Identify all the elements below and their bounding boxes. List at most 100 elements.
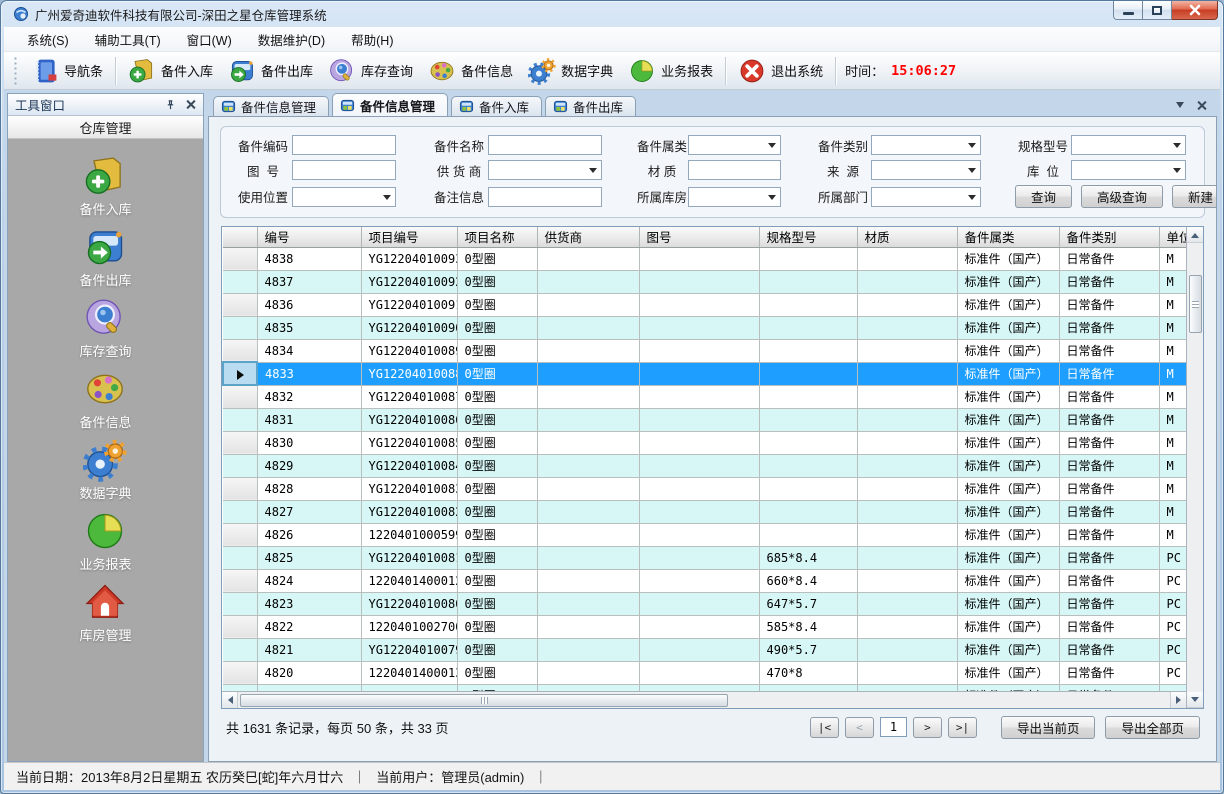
menu-data-maintenance[interactable]: 数据维护(D): [247, 27, 336, 52]
column-header[interactable]: 规格型号: [759, 227, 857, 247]
toolbar-stock-query-button[interactable]: 库存查询: [325, 55, 416, 87]
row-selector[interactable]: [223, 270, 257, 293]
table-row[interactable]: 482212204010027000型圈585*8.4标准件（国产）日常备件PC: [223, 615, 1186, 638]
table-row[interactable]: 4838YG122040100930型圈标准件（国产）日常备件M: [223, 247, 1186, 270]
advanced-query-button[interactable]: 高级查询: [1081, 185, 1163, 208]
tool-window-close-icon[interactable]: [185, 99, 196, 110]
column-header[interactable]: 图号: [639, 227, 759, 247]
close-button[interactable]: [1172, 1, 1218, 20]
vertical-scroll-thumb[interactable]: [1189, 275, 1202, 333]
part-name-input[interactable]: [488, 135, 602, 155]
table-row[interactable]: 4823YG122040100800型圈647*5.7标准件（国产）日常备件PC: [223, 592, 1186, 615]
create-button[interactable]: 新建: [1172, 185, 1217, 208]
table-row[interactable]: 4825YG122040100810型圈685*8.4标准件（国产）日常备件PC: [223, 546, 1186, 569]
column-header[interactable]: 备件属类: [957, 227, 1059, 247]
row-selector[interactable]: [223, 500, 257, 523]
sidebar-item-business-report[interactable]: 业务报表: [79, 509, 131, 573]
menu-help[interactable]: 帮助(H): [340, 27, 404, 52]
toolbar-navbar-button[interactable]: 导航条: [28, 55, 106, 87]
menu-window[interactable]: 窗口(W): [176, 27, 243, 52]
remark-input[interactable]: [488, 187, 602, 207]
menu-aux-tools[interactable]: 辅助工具(T): [84, 27, 172, 52]
figure-no-input[interactable]: [292, 160, 396, 180]
prev-page-button[interactable]: <: [845, 717, 874, 738]
toolbar-parts-outbound-button[interactable]: 备件出库: [225, 55, 316, 87]
supplier-select[interactable]: [488, 160, 602, 180]
row-selector[interactable]: [223, 684, 257, 691]
row-selector[interactable]: [223, 523, 257, 546]
table-row[interactable]: 4837YG122040100920型圈标准件（国产）日常备件M: [223, 270, 1186, 293]
row-selector[interactable]: [223, 454, 257, 477]
row-selector[interactable]: [223, 638, 257, 661]
toolbar-parts-info-button[interactable]: 备件信息: [425, 55, 516, 87]
column-header[interactable]: 备件类别: [1059, 227, 1159, 247]
title-bar[interactable]: 广州爱奇迪软件科技有限公司-深田之星仓库管理系统: [4, 1, 1220, 27]
part-category-select[interactable]: [688, 135, 781, 155]
restore-button[interactable]: [1143, 1, 1172, 20]
part-type-select[interactable]: [871, 135, 981, 155]
sidebar-item-warehouse-mgmt[interactable]: 库房管理: [79, 580, 131, 644]
warehouse-select[interactable]: [688, 187, 781, 207]
row-selector[interactable]: [223, 247, 257, 270]
table-row[interactable]: 4827YG122040100820型圈标准件（国产）日常备件M: [223, 500, 1186, 523]
row-selector[interactable]: [223, 408, 257, 431]
selector-column-header[interactable]: [223, 227, 257, 247]
row-selector[interactable]: [223, 569, 257, 592]
tab-parts-inbound[interactable]: 备件入库: [451, 96, 542, 116]
column-header[interactable]: 编号: [257, 227, 361, 247]
column-header[interactable]: 供货商: [537, 227, 639, 247]
table-row[interactable]: 4834YG122040100890型圈标准件（国产）日常备件M: [223, 339, 1186, 362]
row-selector[interactable]: [223, 362, 257, 385]
sidebar-item-parts-info[interactable]: 备件信息: [79, 367, 131, 431]
menu-system[interactable]: 系统(S): [16, 27, 80, 52]
sidebar-item-data-dict[interactable]: 数据字典: [79, 438, 131, 502]
toolbar-business-report-button[interactable]: 业务报表: [625, 55, 716, 87]
toolbar-data-dict-button[interactable]: 数据字典: [525, 55, 616, 87]
tab-parts-outbound[interactable]: 备件出库: [545, 96, 636, 116]
table-row[interactable]: 4832YG122040100870型圈标准件（国产）日常备件M: [223, 385, 1186, 408]
minimize-button[interactable]: [1113, 1, 1143, 20]
table-row[interactable]: 4831YG122040100860型圈标准件（国产）日常备件M: [223, 408, 1186, 431]
sidebar-item-stock-query[interactable]: 库存查询: [79, 296, 131, 360]
toolbar-grip[interactable]: [14, 57, 19, 85]
sidebar-item-parts-outbound[interactable]: 备件出库: [79, 225, 131, 289]
spec-model-select[interactable]: [1071, 135, 1186, 155]
toolbar-parts-inbound-button[interactable]: 备件入库: [125, 55, 216, 87]
table-row[interactable]: 4833YG122040100880型圈标准件（国产）日常备件M: [223, 362, 1186, 385]
table-row[interactable]: 4828YG122040100830型圈标准件（国产）日常备件M: [223, 477, 1186, 500]
tab-parts-info-mgmt-1[interactable]: 备件信息管理: [213, 96, 329, 116]
row-selector[interactable]: [223, 615, 257, 638]
page-number-input[interactable]: [880, 717, 907, 737]
tab-list-chevron-icon[interactable]: [1176, 102, 1184, 112]
material-input[interactable]: [688, 160, 781, 180]
table-row[interactable]: 4821YG122040100790型圈490*5.7标准件（国产）日常备件PC: [223, 638, 1186, 661]
tab-close-icon[interactable]: [1196, 100, 1207, 111]
table-row[interactable]: 4829YG122040100840型圈标准件（国产）日常备件M: [223, 454, 1186, 477]
row-selector[interactable]: [223, 385, 257, 408]
table-row[interactable]: 482612204010005990型圈标准件（国产）日常备件M: [223, 523, 1186, 546]
column-header[interactable]: 项目编号: [361, 227, 457, 247]
department-select[interactable]: [871, 187, 981, 207]
vertical-scrollbar[interactable]: [1186, 227, 1203, 708]
row-selector[interactable]: [223, 592, 257, 615]
column-header[interactable]: 单位: [1159, 227, 1186, 247]
horizontal-scroll-thumb[interactable]: [240, 694, 728, 707]
row-selector[interactable]: [223, 316, 257, 339]
last-page-button[interactable]: >|: [948, 717, 977, 738]
table-row[interactable]: 48190型圈标准件（国产）日常备件: [223, 684, 1186, 691]
row-selector[interactable]: [223, 293, 257, 316]
row-selector[interactable]: [223, 477, 257, 500]
table-row[interactable]: 4836YG122040100910型圈标准件（国产）日常备件M: [223, 293, 1186, 316]
first-page-button[interactable]: |<: [810, 717, 839, 738]
horizontal-scrollbar[interactable]: [222, 691, 1186, 708]
query-button[interactable]: 查询: [1015, 185, 1072, 208]
row-selector[interactable]: [223, 661, 257, 684]
use-position-select[interactable]: [292, 187, 396, 207]
location-select[interactable]: [1071, 160, 1186, 180]
toolbar-exit-button[interactable]: 退出系统: [735, 55, 826, 87]
row-selector[interactable]: [223, 431, 257, 454]
part-code-input[interactable]: [292, 135, 396, 155]
scroll-right-button[interactable]: [1170, 692, 1186, 708]
pin-icon[interactable]: [165, 99, 176, 111]
row-selector[interactable]: [223, 546, 257, 569]
